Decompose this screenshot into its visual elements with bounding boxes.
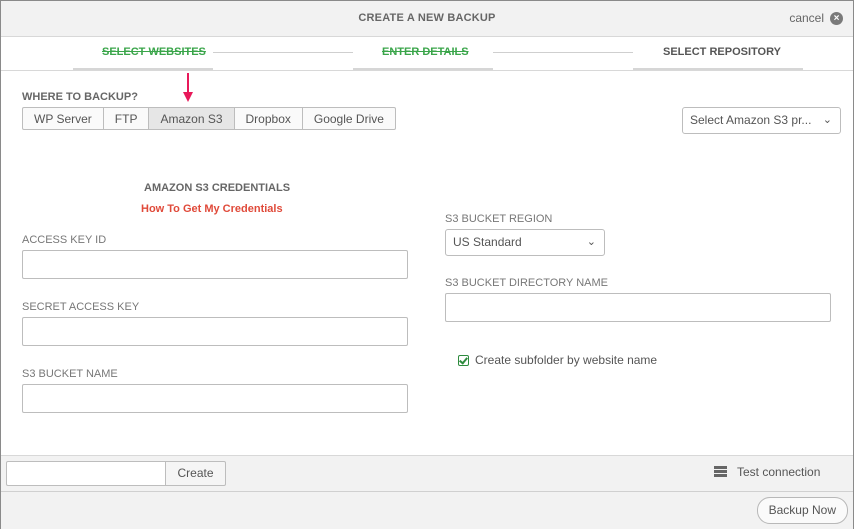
step-connector [493, 52, 633, 53]
test-connection-label: Test connection [737, 465, 821, 479]
step-select-websites[interactable]: SELECT WEBSITES [102, 46, 206, 58]
bucket-region-value: US Standard [453, 235, 522, 249]
server-icon [714, 466, 727, 478]
dialog-header: CREATE A NEW BACKUP cancel × [1, 1, 853, 37]
wizard-steps: SELECT WEBSITES ENTER DETAILS SELECT REP… [1, 37, 853, 71]
tab-wp-server[interactable]: WP Server [22, 107, 104, 130]
access-key-input[interactable] [22, 250, 408, 279]
bucket-region-label: S3 BUCKET REGION [445, 213, 553, 225]
create-bar: Create Test connection [1, 455, 853, 491]
subfolder-checkbox[interactable] [458, 354, 469, 366]
dialog-footer: Backup Now [1, 491, 853, 529]
repository-tabs: WP Server FTP Amazon S3 Dropbox Google D… [22, 107, 396, 130]
pointer-arrow-icon [183, 73, 193, 102]
close-icon[interactable]: × [830, 11, 843, 25]
cancel-button[interactable]: cancel × [789, 11, 843, 25]
credentials-title: AMAZON S3 CREDENTIALS [144, 182, 291, 194]
bucket-directory-label: S3 BUCKET DIRECTORY NAME [445, 277, 609, 289]
test-connection-button[interactable]: Test connection [714, 465, 820, 479]
tab-amazon-s3[interactable]: Amazon S3 [148, 107, 235, 130]
chevron-down-icon: ⌄ [822, 114, 832, 126]
where-to-backup-label: WHERE TO BACKUP? [22, 91, 138, 103]
backup-now-button[interactable]: Backup Now [756, 497, 848, 524]
s3-profile-value: Select Amazon S3 pr... [690, 113, 812, 127]
backup-dialog: CREATE A NEW BACKUP cancel × SELECT WEBS… [0, 0, 854, 529]
step-enter-details[interactable]: ENTER DETAILS [382, 46, 469, 58]
dialog-title: CREATE A NEW BACKUP [358, 12, 496, 24]
step-underline [73, 68, 213, 70]
subfolder-option[interactable]: Create subfolder by website name [458, 353, 657, 367]
step-underline [633, 68, 803, 70]
bucket-directory-input[interactable] [445, 293, 831, 322]
bucket-region-select[interactable]: US Standard ⌄ [445, 229, 605, 256]
s3-profile-select[interactable]: Select Amazon S3 pr... ⌄ [682, 107, 841, 134]
tab-google-drive[interactable]: Google Drive [301, 107, 396, 130]
bucket-name-input[interactable] [22, 384, 408, 413]
access-key-label: ACCESS KEY ID [22, 234, 107, 246]
step-select-repository: SELECT REPOSITORY [663, 46, 781, 58]
tab-ftp[interactable]: FTP [102, 107, 150, 130]
step-connector [213, 52, 353, 53]
bucket-name-label: S3 BUCKET NAME [22, 368, 118, 380]
step-underline [353, 68, 493, 70]
secret-key-label: SECRET ACCESS KEY [22, 301, 140, 313]
create-name-input[interactable] [6, 461, 166, 486]
create-button[interactable]: Create [165, 461, 226, 486]
chevron-down-icon: ⌄ [586, 236, 596, 248]
subfolder-label: Create subfolder by website name [475, 353, 658, 367]
secret-key-input[interactable] [22, 317, 408, 346]
tab-dropbox[interactable]: Dropbox [233, 107, 303, 130]
credentials-help-link[interactable]: How To Get My Credentials [141, 203, 283, 215]
cancel-label: cancel [789, 11, 824, 25]
